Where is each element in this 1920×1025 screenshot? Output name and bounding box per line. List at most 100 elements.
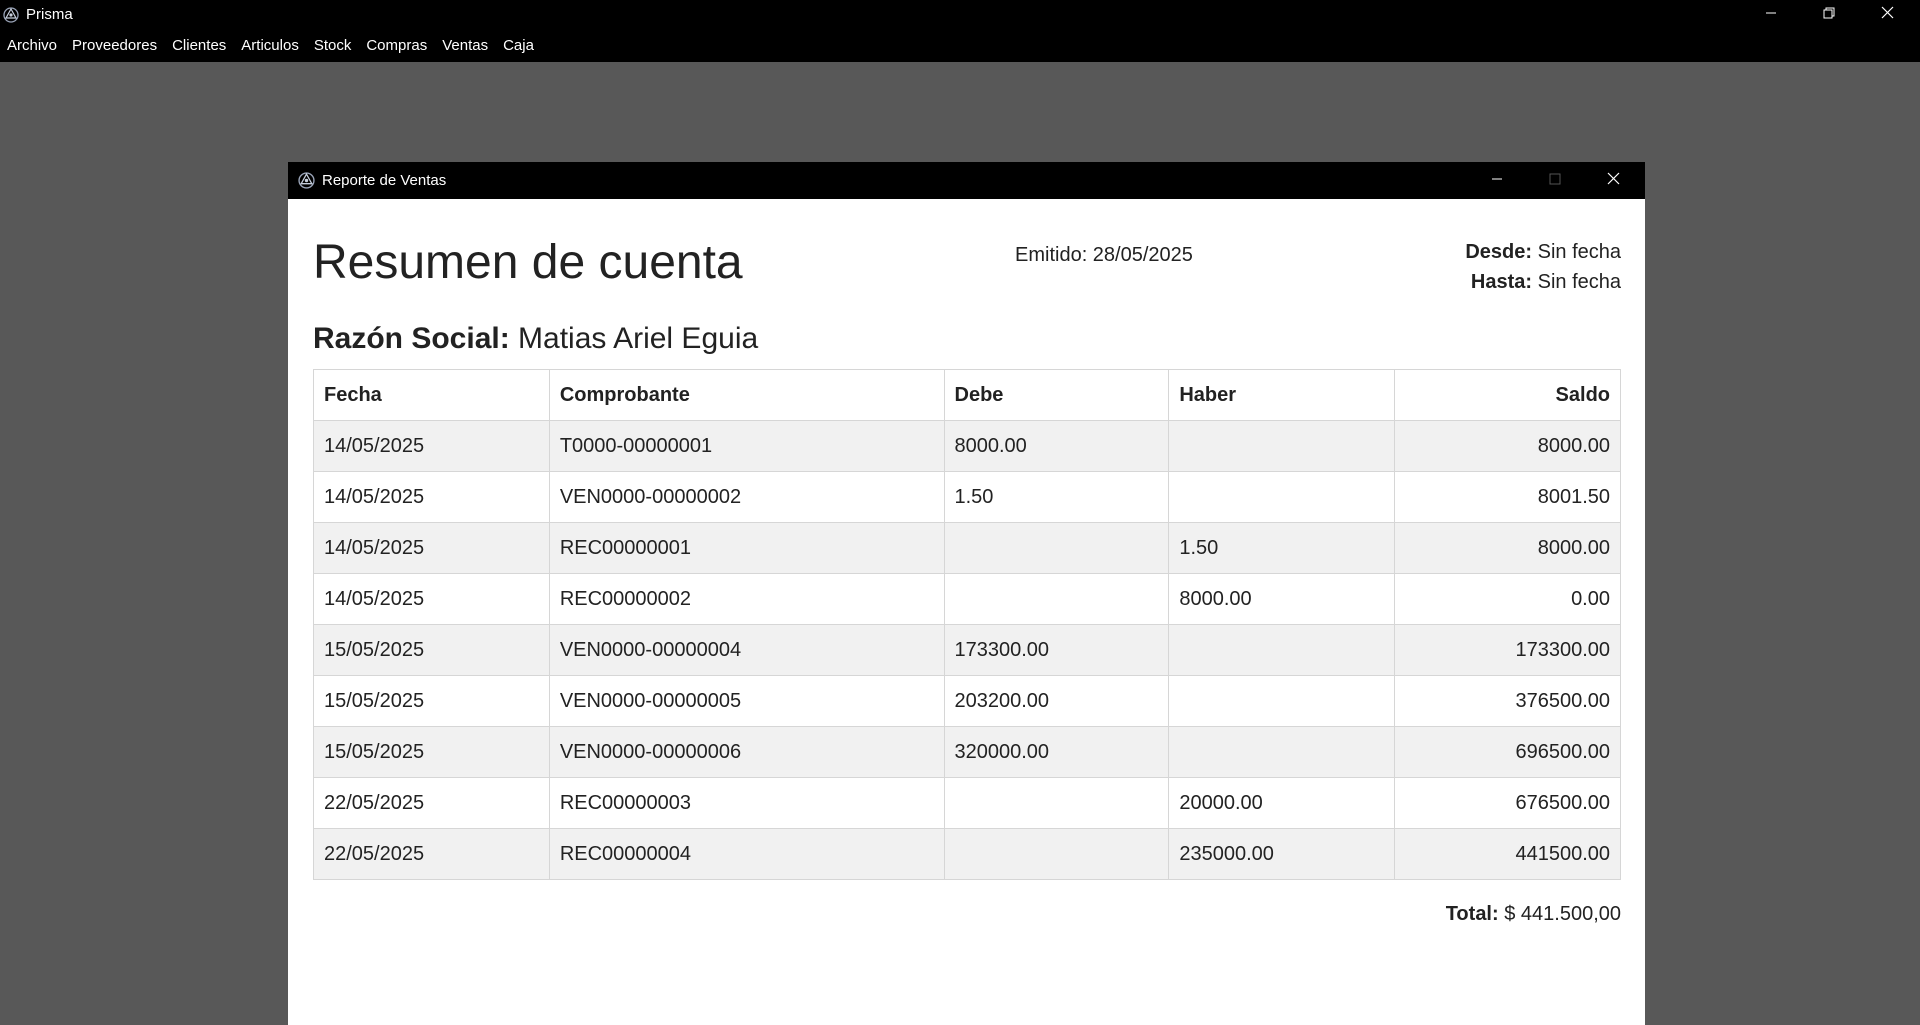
cell-comprobante: VEN0000-00000005 <box>548 675 945 727</box>
cell-comprobante: T0000-00000001 <box>548 420 945 472</box>
col-header-haber: Haber <box>1168 369 1396 421</box>
table-header-row: Fecha Comprobante Debe Haber Saldo <box>313 369 1621 421</box>
cell-fecha: 15/05/2025 <box>313 624 550 676</box>
cell-comprobante: REC00000004 <box>548 828 945 880</box>
restore-button[interactable] <box>1800 0 1858 29</box>
cell-debe <box>943 828 1170 880</box>
cell-comprobante: REC00000002 <box>548 573 945 625</box>
cell-comprobante: REC00000001 <box>548 522 945 574</box>
restore-icon <box>1823 6 1835 24</box>
report-minimize-button[interactable] <box>1468 162 1526 199</box>
total-label: Total: <box>1445 903 1499 925</box>
table-row: 14/05/2025 REC00000002 8000.00 0.00 <box>313 573 1621 625</box>
menu-caja[interactable]: Caja <box>503 37 542 54</box>
table-row: 14/05/2025 VEN0000-00000002 1.50 8001.50 <box>313 471 1621 523</box>
prisma-logo-icon <box>298 172 315 189</box>
cell-haber <box>1168 675 1396 727</box>
cell-debe <box>943 573 1170 625</box>
cell-debe <box>943 522 1170 574</box>
cell-haber: 1.50 <box>1168 522 1396 574</box>
report-close-button[interactable] <box>1584 162 1642 199</box>
cell-comprobante: VEN0000-00000002 <box>548 471 945 523</box>
col-header-saldo: Saldo <box>1394 369 1621 421</box>
menu-ventas[interactable]: Ventas <box>442 37 496 54</box>
col-header-debe: Debe <box>943 369 1170 421</box>
cell-fecha: 14/05/2025 <box>313 522 550 574</box>
table-row: 14/05/2025 REC00000001 1.50 8000.00 <box>313 522 1621 574</box>
report-window-title: Reporte de Ventas <box>322 172 447 189</box>
table-row: 15/05/2025 VEN0000-00000006 320000.00 69… <box>313 726 1621 778</box>
cell-comprobante: REC00000003 <box>548 777 945 829</box>
cell-saldo: 696500.00 <box>1394 726 1621 778</box>
close-icon <box>1881 6 1894 24</box>
cell-fecha: 22/05/2025 <box>313 828 550 880</box>
col-header-fecha: Fecha <box>313 369 550 421</box>
total-value: $ 441.500,00 <box>1504 903 1621 925</box>
cell-saldo: 8001.50 <box>1394 471 1621 523</box>
menu-clientes[interactable]: Clientes <box>172 37 234 54</box>
app-titlebar: Prisma <box>0 0 1920 29</box>
cell-saldo: 441500.00 <box>1394 828 1621 880</box>
menu-stock[interactable]: Stock <box>314 37 360 54</box>
report-window: Reporte de Ventas Resumen de cuenta Emit… <box>288 162 1645 1025</box>
table-row: 15/05/2025 VEN0000-00000005 203200.00 37… <box>313 675 1621 727</box>
menu-articulos[interactable]: Articulos <box>241 37 307 54</box>
hasta-value: Sin fecha <box>1537 271 1621 293</box>
cell-saldo: 376500.00 <box>1394 675 1621 727</box>
menu-compras[interactable]: Compras <box>366 37 435 54</box>
maximize-icon <box>1549 172 1561 190</box>
cell-saldo: 676500.00 <box>1394 777 1621 829</box>
cell-debe <box>943 777 1170 829</box>
minimize-icon <box>1491 172 1503 190</box>
cell-haber: 8000.00 <box>1168 573 1396 625</box>
table-row: 22/05/2025 REC00000004 235000.00 441500.… <box>313 828 1621 880</box>
cell-haber <box>1168 726 1396 778</box>
cell-debe: 320000.00 <box>943 726 1170 778</box>
menubar: Archivo Proveedores Clientes Articulos S… <box>0 29 1920 62</box>
cell-haber: 235000.00 <box>1168 828 1396 880</box>
report-maximize-button[interactable] <box>1526 162 1584 199</box>
cell-saldo: 8000.00 <box>1394 420 1621 472</box>
prisma-logo-icon <box>3 7 19 23</box>
cell-debe: 8000.00 <box>943 420 1170 472</box>
table-row: 15/05/2025 VEN0000-00000004 173300.00 17… <box>313 624 1621 676</box>
issued-date: Emitido: 28/05/2025 <box>1015 244 1193 266</box>
hasta-label: Hasta: <box>1470 271 1533 293</box>
cell-debe: 173300.00 <box>943 624 1170 676</box>
table-row: 22/05/2025 REC00000003 20000.00 676500.0… <box>313 777 1621 829</box>
cell-fecha: 15/05/2025 <box>313 726 550 778</box>
minimize-icon <box>1765 6 1777 24</box>
desde-label: Desde: <box>1465 241 1533 263</box>
cell-debe: 203200.00 <box>943 675 1170 727</box>
desde-line: Desde: Sin fecha <box>1465 237 1621 267</box>
minimize-button[interactable] <box>1742 0 1800 29</box>
cell-comprobante: VEN0000-00000004 <box>548 624 945 676</box>
cell-saldo: 0.00 <box>1394 573 1621 625</box>
date-range: Desde: Sin fecha Hasta: Sin fecha <box>1465 237 1621 297</box>
total: Total: $ 441.500,00 <box>1446 903 1621 926</box>
cell-comprobante: VEN0000-00000006 <box>548 726 945 778</box>
cell-haber <box>1168 624 1396 676</box>
table-row: 14/05/2025 T0000-00000001 8000.00 8000.0… <box>313 420 1621 472</box>
menu-proveedores[interactable]: Proveedores <box>72 37 165 54</box>
ledger-table: Fecha Comprobante Debe Haber Saldo 14/05… <box>313 369 1621 880</box>
cell-debe: 1.50 <box>943 471 1170 523</box>
app-title: Prisma <box>26 6 73 23</box>
report-title: Resumen de cuenta <box>313 236 743 289</box>
cell-fecha: 22/05/2025 <box>313 777 550 829</box>
col-header-comprobante: Comprobante <box>548 369 945 421</box>
cell-fecha: 14/05/2025 <box>313 573 550 625</box>
cell-saldo: 8000.00 <box>1394 522 1621 574</box>
desde-value: Sin fecha <box>1537 241 1621 263</box>
menu-archivo[interactable]: Archivo <box>7 37 65 54</box>
close-button[interactable] <box>1858 0 1916 29</box>
report-window-titlebar[interactable]: Reporte de Ventas <box>288 162 1645 199</box>
hasta-line: Hasta: Sin fecha <box>1465 267 1621 297</box>
cell-haber: 20000.00 <box>1168 777 1396 829</box>
razon-social: Razón Social: Matias Ariel Eguia <box>313 322 758 356</box>
cell-saldo: 173300.00 <box>1394 624 1621 676</box>
cell-fecha: 14/05/2025 <box>313 471 550 523</box>
cell-fecha: 15/05/2025 <box>313 675 550 727</box>
cell-haber <box>1168 420 1396 472</box>
razon-label: Razón Social: <box>313 322 510 355</box>
